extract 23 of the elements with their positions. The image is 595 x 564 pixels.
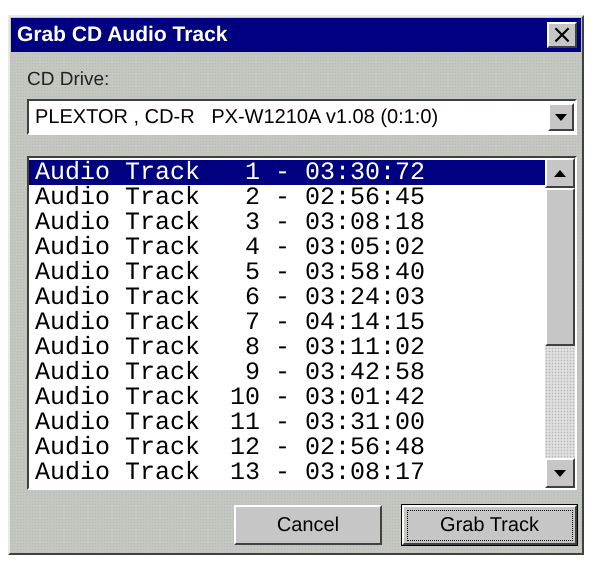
cancel-button[interactable]: Cancel [234,505,382,545]
track-item[interactable]: Audio Track 6 - 03:24:03 [29,285,545,310]
grab-track-button[interactable]: Grab Track [402,505,577,545]
field-label: CD Drive: [27,69,110,92]
scroll-down-icon[interactable] [545,458,575,488]
track-item[interactable]: Audio Track 13 - 03:08:17 [29,460,545,485]
scroll-thumb[interactable] [545,188,575,346]
track-item[interactable]: Audio Track 1 - 03:30:72 [29,160,545,185]
scrollbar[interactable] [545,158,575,488]
track-item[interactable]: Audio Track 4 - 03:05:02 [29,235,545,260]
track-item[interactable]: Audio Track 7 - 04:14:15 [29,310,545,335]
track-item[interactable]: Audio Track 3 - 03:08:18 [29,210,545,235]
window-title: Grab CD Audio Track [17,23,228,47]
track-item[interactable]: Audio Track 9 - 03:42:58 [29,360,545,385]
track-item[interactable]: Audio Track 2 - 02:56:45 [29,185,545,210]
drive-dropdown[interactable]: PLEXTOR , CD-R PX-W1210A v1.08 (0:1:0) [27,99,577,135]
track-item[interactable]: Audio Track 11 - 03:31:00 [29,410,545,435]
close-button[interactable]: × [547,22,577,48]
scroll-up-icon[interactable] [545,158,575,188]
track-item[interactable]: Audio Track 5 - 03:58:40 [29,260,545,285]
track-item[interactable]: Audio Track 12 - 02:56:48 [29,435,545,460]
track-item[interactable]: Audio Track 10 - 03:01:42 [29,385,545,410]
track-item[interactable]: Audio Track 8 - 03:11:02 [29,335,545,360]
